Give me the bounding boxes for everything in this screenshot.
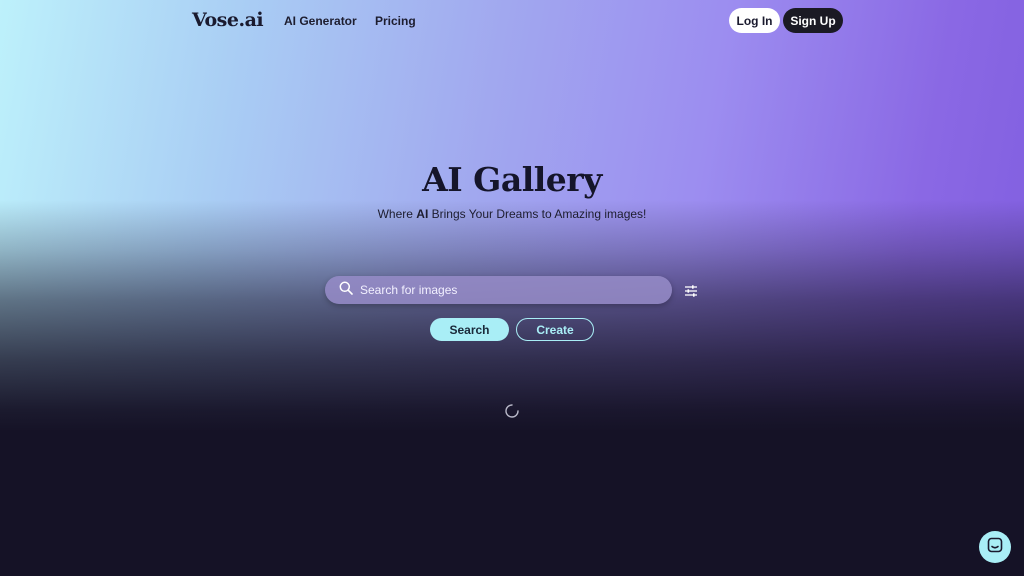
nav-link-pricing[interactable]: Pricing <box>375 14 416 28</box>
logo[interactable]: Vose.ai <box>192 9 264 31</box>
subtitle-suffix: Brings Your Dreams to Amazing images! <box>428 207 647 221</box>
search-input[interactable] <box>360 283 650 297</box>
search-icon <box>339 281 353 300</box>
top-nav: Vose.ai AI Generator Pricing Log In Sign… <box>0 0 1024 42</box>
subtitle-bold: AI <box>416 207 429 221</box>
create-button[interactable]: Create <box>516 318 594 341</box>
sliders-icon[interactable] <box>684 284 698 302</box>
page-title: AI Gallery <box>422 160 602 199</box>
chat-icon <box>987 537 1003 558</box>
loading-spinner-icon <box>504 403 520 424</box>
login-button[interactable]: Log In <box>729 8 780 33</box>
page-subtitle: Where AI Brings Your Dreams to Amazing i… <box>0 207 1024 221</box>
subtitle-prefix: Where <box>377 207 417 221</box>
search-bar[interactable] <box>325 276 672 304</box>
nav-link-ai-generator[interactable]: AI Generator <box>284 14 357 28</box>
chat-widget-button[interactable] <box>979 531 1011 563</box>
signup-button[interactable]: Sign Up <box>783 8 843 33</box>
search-button[interactable]: Search <box>430 318 509 341</box>
